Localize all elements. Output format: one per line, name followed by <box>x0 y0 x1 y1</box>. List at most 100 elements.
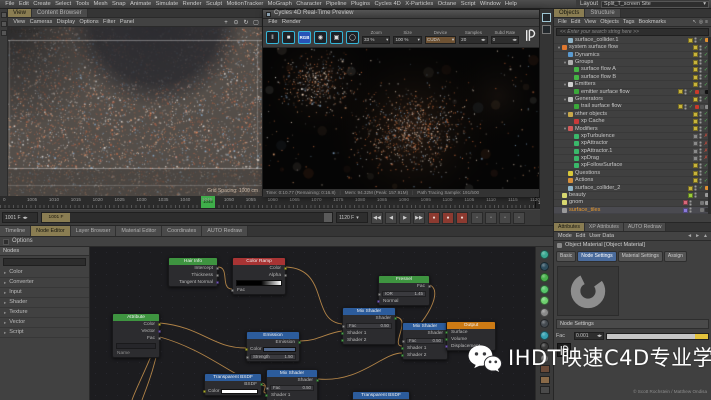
menu-edit[interactable]: Edit <box>17 1 31 8</box>
menu-character[interactable]: Character <box>294 1 324 8</box>
menu-octane[interactable]: Octane <box>435 1 458 8</box>
keyframe-selection-button[interactable]: ● <box>456 212 468 224</box>
samples-field[interactable]: 20◂▸ <box>459 36 487 44</box>
port-dot[interactable] <box>428 285 431 288</box>
tab-attributes[interactable]: Attributes <box>554 223 585 231</box>
slider-fac[interactable]: Fac0.50 <box>270 385 314 391</box>
port-dot[interactable] <box>260 383 263 386</box>
port-dot[interactable] <box>265 394 268 397</box>
tree-row-surface-tiles[interactable]: surface_tiles <box>554 207 711 214</box>
layer-color-chip[interactable] <box>678 89 683 94</box>
layer-color-chip[interactable] <box>693 149 698 154</box>
material-thumbnail[interactable] <box>540 386 550 394</box>
viewport-menu-cameras[interactable]: Cameras <box>27 19 54 26</box>
menu-window[interactable]: Window <box>478 1 503 8</box>
menu-file[interactable]: File <box>3 1 17 8</box>
visibility-dots-icon[interactable] <box>699 67 702 73</box>
node-fresnel[interactable]: FresnelFacIOR1.45Normal <box>378 275 430 306</box>
layer-color-chip[interactable] <box>693 45 698 50</box>
port-dot[interactable] <box>158 330 161 333</box>
timeline-ruler[interactable]: 1045 1045 F 1005101010151020102510301035… <box>0 196 553 209</box>
parameter-key-button[interactable]: ▫ <box>513 212 525 224</box>
port-dot[interactable] <box>445 345 448 348</box>
om-menu-bookmarks[interactable]: Bookmarks <box>636 19 668 26</box>
port-dot[interactable] <box>284 267 287 270</box>
section-tab-node-settings[interactable]: Node Settings <box>577 251 616 262</box>
menu-select[interactable]: Select <box>53 1 74 8</box>
visibility-dots-icon[interactable] <box>699 148 702 154</box>
node-mix-shader[interactable]: Mix ShaderShaderFac0.50Shader 1Shader 2 <box>342 307 396 345</box>
material-thumbnail[interactable] <box>540 376 550 384</box>
visibility-dots-icon[interactable] <box>699 96 702 102</box>
menu-create[interactable]: Create <box>31 1 53 8</box>
menu-tools[interactable]: Tools <box>73 1 91 8</box>
visibility-dots-icon[interactable] <box>684 104 687 110</box>
port-dot[interactable] <box>394 317 397 320</box>
node-search-input[interactable] <box>3 258 86 266</box>
play-button[interactable]: ▶ <box>399 212 411 224</box>
visibility-dots-icon[interactable] <box>694 37 697 43</box>
menu-help[interactable]: Help <box>503 1 519 8</box>
port-dot[interactable] <box>266 387 269 390</box>
stepper-icon[interactable]: ◂▸ <box>23 215 28 221</box>
zoom-field[interactable]: 33 %▾ <box>362 36 390 44</box>
node-category-converter[interactable]: ▸Converter <box>0 278 89 288</box>
node-category-texture[interactable]: ▸Texture <box>0 308 89 318</box>
material-sphere-icon[interactable] <box>540 250 549 259</box>
tab-timeline[interactable]: Timeline <box>0 226 31 236</box>
enabled-check-icon[interactable]: ✓ <box>698 185 704 191</box>
options-label[interactable]: Options <box>12 238 33 245</box>
layer-color-chip[interactable] <box>693 141 698 146</box>
visibility-dots-icon[interactable] <box>699 178 702 184</box>
layer-color-chip[interactable] <box>693 134 698 139</box>
port-dot[interactable] <box>402 340 405 343</box>
preview-titlebar[interactable]: Cycles 4D Real-Time Preview <box>263 10 539 19</box>
layer-color-chip[interactable] <box>693 112 698 117</box>
node-category-input[interactable]: ▸Input <box>0 288 89 298</box>
range-end-grip[interactable] <box>324 213 332 222</box>
node-graph-canvas[interactable]: Hair InfoInterceptThicknessTangent Norma… <box>90 247 535 400</box>
port-dot[interactable] <box>316 379 319 382</box>
snapshot-button[interactable]: ◉ <box>314 31 327 44</box>
tag-icon[interactable] <box>700 208 704 212</box>
visibility-dots-icon[interactable] <box>689 207 692 213</box>
layer-color-chip[interactable] <box>693 97 698 102</box>
layer-color-chip[interactable] <box>678 104 683 109</box>
layer-color-chip[interactable] <box>693 178 698 183</box>
visibility-dots-icon[interactable] <box>699 111 702 117</box>
port-dot[interactable] <box>342 325 345 328</box>
tag-icon[interactable] <box>700 90 704 94</box>
section-tab-material-settings[interactable]: Material Settings <box>618 251 663 262</box>
layer-color-chip[interactable] <box>693 156 698 161</box>
tag-icon[interactable] <box>695 90 699 94</box>
attr-menu-user-data[interactable]: User Data <box>587 233 616 240</box>
tab-auto-redraw[interactable]: AUTO Redraw <box>202 226 248 236</box>
port-dot[interactable] <box>245 348 248 351</box>
tag-icon[interactable] <box>700 105 704 109</box>
material-sphere-icon[interactable] <box>540 331 549 340</box>
port-dot[interactable] <box>216 274 219 277</box>
layout-dropdown[interactable]: Split_T_screen Site▾ <box>601 1 709 8</box>
layer-color-chip[interactable] <box>688 193 693 198</box>
layer-color-chip[interactable] <box>688 38 693 43</box>
prev-frame-button[interactable]: ◀ <box>385 212 397 224</box>
forward-arrow-icon[interactable]: ► <box>695 233 700 239</box>
tool-icon[interactable] <box>1 21 7 27</box>
port-dot[interactable] <box>341 339 344 342</box>
position-key-button[interactable]: ▫ <box>471 212 483 224</box>
material-sphere-icon[interactable] <box>540 273 549 282</box>
size-field[interactable]: 100 %▾ <box>393 36 421 44</box>
menu-animate[interactable]: Animate <box>128 1 154 8</box>
rgb-button[interactable]: RGB <box>298 31 311 44</box>
om-menu-view[interactable]: View <box>582 19 598 26</box>
range-start-grip[interactable]: 1001 F <box>42 213 70 222</box>
color-swatch[interactable] <box>263 347 296 352</box>
menu-plugins[interactable]: Plugins <box>349 1 372 8</box>
tab-layer-browser[interactable]: Layer Browser <box>71 226 117 236</box>
slider-ior[interactable]: IOR1.45 <box>382 291 426 297</box>
menu-script[interactable]: Script <box>459 1 478 8</box>
menu-simulate[interactable]: Simulate <box>153 1 180 8</box>
node-category-color[interactable]: ▸Color <box>0 268 89 278</box>
node-emission[interactable]: EmissionEmissionColorStrength1.50 <box>246 331 300 362</box>
section-tab-basic[interactable]: Basic <box>556 251 576 262</box>
